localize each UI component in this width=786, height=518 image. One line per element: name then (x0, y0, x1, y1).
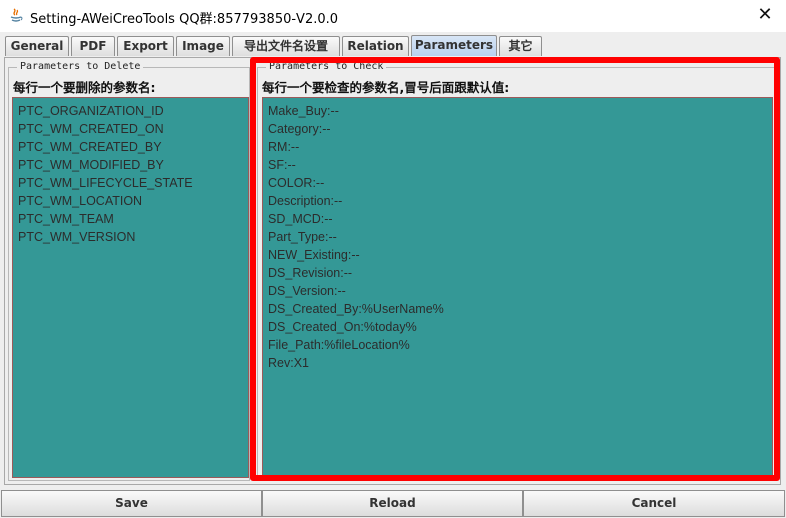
close-icon[interactable]: ✕ (754, 4, 776, 26)
delete-param-line: PTC_WM_VERSION (18, 230, 136, 244)
check-param-line: DS_Version:-- (268, 284, 346, 298)
delete-param-line: PTC_ORGANIZATION_ID (18, 104, 164, 118)
save-button[interactable]: Save (1, 490, 262, 517)
tab-image[interactable]: Image (176, 36, 230, 56)
title-bar: Setting-AWeiCreoTools QQ群:857793850-V2.0… (0, 0, 786, 32)
delete-params-group: Parameters to Delete 每行一个要删除的参数名: PTC_OR… (8, 61, 250, 481)
reload-button[interactable]: Reload (262, 490, 523, 517)
check-param-line: Rev:X1 (268, 356, 309, 370)
delete-hint-label: 每行一个要删除的参数名: (13, 80, 156, 95)
check-param-line: Category:-- (268, 122, 331, 136)
delete-params-textarea[interactable]: PTC_ORGANIZATION_ID PTC_WM_CREATED_ON PT… (12, 97, 249, 478)
cancel-button[interactable]: Cancel (523, 490, 785, 517)
tab-parameters[interactable]: Parameters (411, 35, 497, 56)
delete-param-line: PTC_WM_MODIFIED_BY (18, 158, 164, 172)
delete-param-line: PTC_WM_CREATED_ON (18, 122, 164, 136)
group-legend: Parameters to Delete (17, 61, 144, 73)
tab-pdf[interactable]: PDF (71, 36, 115, 56)
tab-export-filename[interactable]: 导出文件名设置 (232, 36, 340, 56)
delete-param-line: PTC_WM_LIFECYCLE_STATE (18, 176, 193, 190)
check-param-line: DS_Created_By:%UserName% (268, 302, 444, 316)
check-param-line: DS_Created_On:%today% (268, 320, 417, 334)
tab-strip: General PDF Export Image 导出文件名设置 Relatio… (4, 35, 782, 57)
tab-export[interactable]: Export (117, 36, 174, 56)
tab-content-panel: Parameters to Delete 每行一个要删除的参数名: PTC_OR… (4, 57, 781, 485)
check-param-line: COLOR:-- (268, 176, 325, 190)
window-title: Setting-AWeiCreoTools QQ群:857793850-V2.0… (30, 12, 339, 27)
check-params-textarea[interactable]: Make_Buy:-- Category:-- RM:-- SF:-- COLO… (262, 97, 773, 477)
check-param-line: Make_Buy:-- (268, 104, 339, 118)
delete-param-line: PTC_WM_TEAM (18, 212, 114, 226)
tab-other[interactable]: 其它 (499, 36, 542, 56)
group-legend: Parameters to Check (266, 61, 387, 73)
delete-param-line: PTC_WM_LOCATION (18, 194, 143, 208)
tab-relation[interactable]: Relation (342, 36, 409, 56)
check-param-line: SF:-- (268, 158, 296, 172)
check-param-line: DS_Revision:-- (268, 266, 353, 280)
java-app-icon (10, 8, 23, 22)
delete-param-line: PTC_WM_CREATED_BY (18, 140, 162, 154)
check-hint-label: 每行一个要检查的参数名,冒号后面跟默认值: (262, 80, 510, 95)
check-param-line: NEW_Existing:-- (268, 248, 360, 262)
check-param-line: File_Path:%fileLocation% (268, 338, 410, 352)
check-param-line: Description:-- (268, 194, 343, 208)
check-param-line: SD_MCD:-- (268, 212, 333, 226)
tab-general[interactable]: General (5, 36, 69, 56)
check-param-line: Part_Type:-- (268, 230, 337, 244)
check-param-line: RM:-- (268, 140, 300, 154)
check-params-group: Parameters to Check 每行一个要检查的参数名,冒号后面跟默认值… (257, 61, 777, 481)
button-bar: Save Reload Cancel (0, 490, 786, 518)
